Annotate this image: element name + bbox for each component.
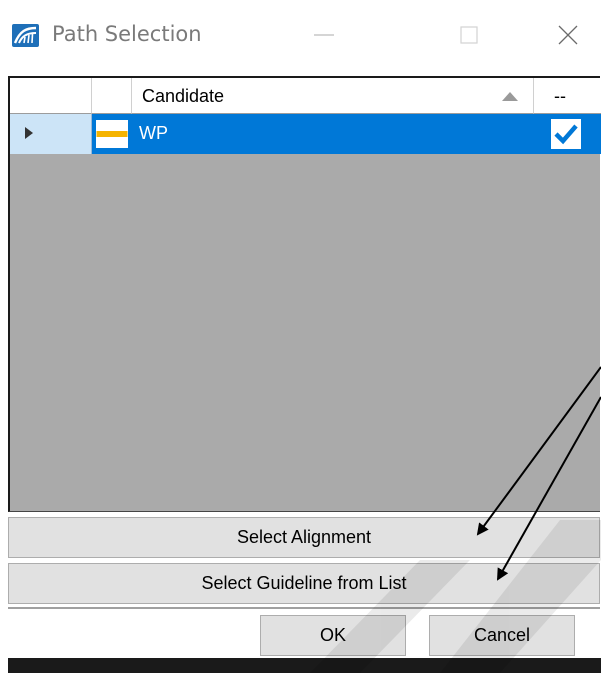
title-bar: Path Selection (0, 0, 601, 72)
header-indicator-cell (10, 78, 92, 114)
separator (8, 607, 600, 609)
line-style-swatch-icon (96, 120, 128, 148)
candidate-name: WP (139, 123, 168, 143)
header-candidate[interactable]: Candidate (132, 78, 534, 114)
checkbox-checked-icon[interactable] (551, 119, 581, 149)
window-title: Path Selection (52, 22, 202, 46)
current-row-arrow-icon (25, 127, 33, 139)
select-alignment-button[interactable]: Select Alignment (8, 517, 600, 558)
select-guideline-button[interactable]: Select Guideline from List (8, 563, 600, 604)
taskbar-edge (8, 658, 601, 673)
close-button[interactable] (545, 10, 591, 60)
row-check-cell[interactable] (534, 114, 601, 154)
maximize-button[interactable] (446, 10, 492, 60)
minimize-button[interactable] (301, 10, 347, 60)
candidate-grid[interactable]: Candidate -- WP (8, 76, 601, 512)
row-indicator[interactable] (10, 114, 92, 154)
row-swatch-cell (92, 114, 132, 154)
header-check[interactable]: -- (534, 78, 601, 114)
minimize-icon (314, 34, 334, 36)
sort-ascending-icon (502, 92, 518, 101)
bridge-app-icon (12, 24, 39, 47)
cancel-button[interactable]: Cancel (429, 615, 575, 656)
close-icon (558, 25, 578, 45)
ok-button[interactable]: OK (260, 615, 406, 656)
header-swatch-cell (92, 78, 132, 114)
header-candidate-label: Candidate (142, 86, 225, 106)
header-check-label: -- (554, 86, 566, 106)
maximize-icon (460, 26, 478, 44)
table-row[interactable]: WP (132, 114, 534, 154)
